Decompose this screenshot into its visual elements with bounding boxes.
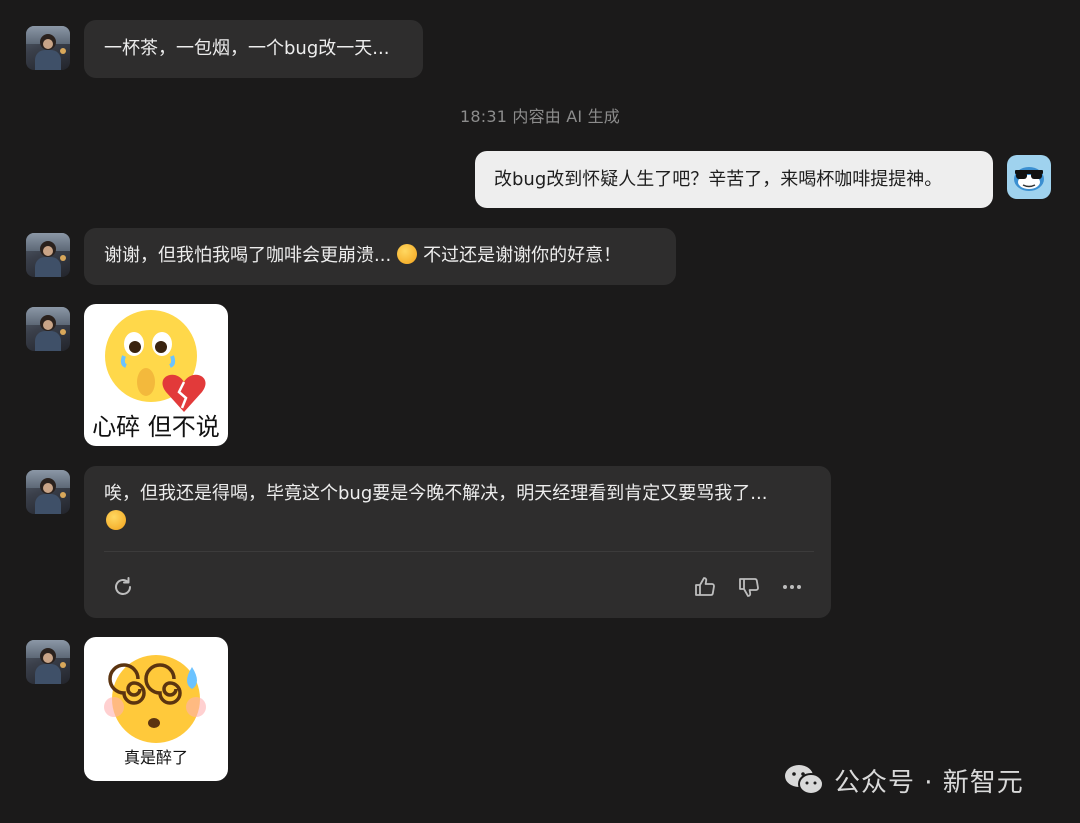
sticker-dizzy[interactable]: 真是醉了 bbox=[84, 637, 228, 781]
message-bubble: 一杯茶，一包烟，一个bug改一天... bbox=[84, 20, 423, 78]
user-avatar[interactable] bbox=[26, 233, 70, 277]
message-bubble: 谢谢，但我怕我喝了咖啡会更崩溃... 不过还是谢谢你的好意！ bbox=[84, 228, 676, 285]
wechat-icon bbox=[785, 765, 824, 795]
chat-window: 一杯茶，一包烟，一个bug改一天... 18:31 内容由 AI 生成 改bug… bbox=[0, 0, 1080, 823]
flushed-face-emoji-icon bbox=[106, 510, 126, 530]
timestamp-label: 18:31 内容由 AI 生成 bbox=[459, 107, 621, 126]
more-icon[interactable] bbox=[780, 575, 804, 599]
thumbs-down-icon[interactable] bbox=[737, 575, 761, 599]
message-text: 改bug改到怀疑人生了吧？辛苦了，来喝杯咖啡提提神。 bbox=[494, 169, 943, 190]
tired-face-emoji-icon bbox=[397, 244, 418, 264]
message-text: 一杯茶，一包烟，一个bug改一天... bbox=[104, 38, 390, 59]
bot-avatar[interactable] bbox=[1007, 155, 1051, 199]
cool-face-icon bbox=[1014, 167, 1044, 191]
message-bubble: 改bug改到怀疑人生了吧？辛苦了，来喝杯咖啡提提神。 bbox=[475, 151, 993, 208]
watermark-text: 公众号 · 新智元 bbox=[834, 767, 1024, 798]
message-text: 谢谢，但我怕我喝了咖啡会更崩溃... bbox=[104, 245, 392, 266]
message-bubble: 唉，但我还是得喝，毕竟这个bug要是今晚不解决，明天经理看到肯定又要骂我了... bbox=[84, 466, 831, 618]
thumbs-up-icon[interactable] bbox=[693, 575, 717, 599]
sticker-caption: 真是醉了 bbox=[123, 748, 188, 767]
user-avatar[interactable] bbox=[26, 640, 70, 684]
sticker-heartbroken[interactable]: 心碎 但不说 bbox=[84, 304, 228, 446]
heartbroken-face-icon bbox=[105, 310, 206, 412]
user-avatar[interactable] bbox=[26, 470, 70, 514]
watermark: 公众号 · 新智元 bbox=[784, 760, 1024, 800]
sticker-caption: 心碎 但不说 bbox=[92, 413, 220, 441]
message-text: 唉，但我还是得喝，毕竟这个bug要是今晚不解决，明天经理看到肯定又要骂我了... bbox=[104, 483, 768, 504]
refresh-icon[interactable] bbox=[111, 575, 135, 599]
message-text: 不过还是谢谢你的好意！ bbox=[423, 245, 622, 266]
message-divider bbox=[104, 551, 814, 552]
user-avatar[interactable] bbox=[26, 307, 70, 351]
user-avatar[interactable] bbox=[26, 26, 70, 70]
dizzy-face-icon bbox=[104, 655, 206, 743]
